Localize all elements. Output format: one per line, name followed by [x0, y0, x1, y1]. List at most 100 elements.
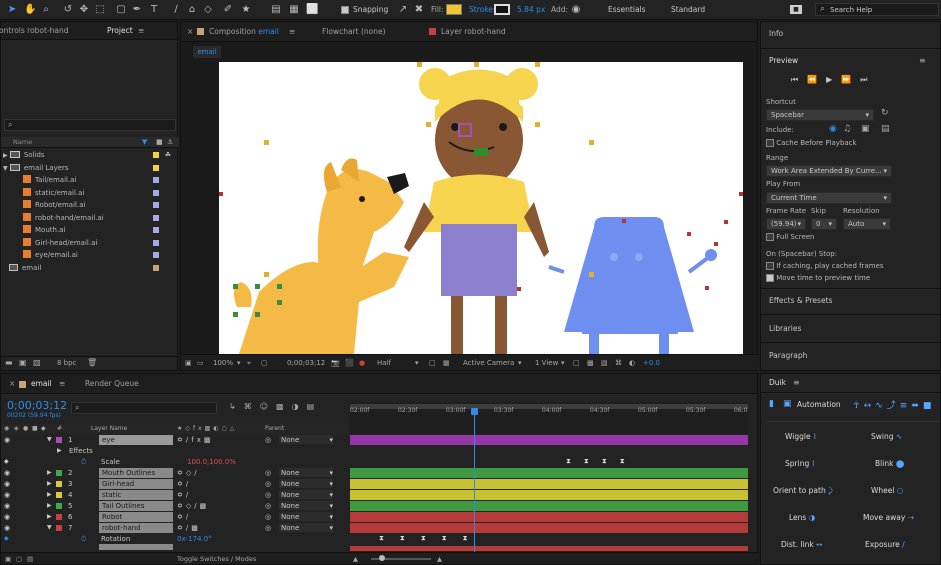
label-column-icon[interactable]: ■ — [156, 138, 163, 146]
previous-frame-icon[interactable]: ⏪ — [807, 75, 826, 84]
col-name[interactable]: Name — [13, 138, 32, 146]
label-swatch[interactable] — [153, 177, 159, 183]
panel-menu-icon[interactable]: ≡ — [59, 374, 65, 394]
full-screen-option[interactable]: Full Screen — [766, 233, 815, 241]
visibility-icon[interactable]: ◉ — [4, 512, 10, 522]
add-dropdown-icon[interactable]: ◉ — [570, 3, 582, 16]
pan-behind-tool-icon[interactable]: ⬚ — [94, 3, 106, 16]
swing-button[interactable]: Swing ∿ — [871, 432, 902, 441]
keyframe-nav-icon[interactable]: ◆ — [4, 457, 9, 467]
parent-pickwhip-icon[interactable]: ◎ — [265, 512, 271, 522]
tab-project[interactable]: Project — [107, 22, 133, 40]
table-row[interactable]: ◉ ▼ 1 eye ✡∕fx▩ ◎ None ▾ — [1, 435, 349, 445]
rotation-property-value[interactable]: 0x-174.0° — [177, 534, 212, 544]
resolution-dropdown[interactable]: Auto ▾ — [843, 218, 891, 230]
shortcut-dropdown[interactable]: Spacebar ▾ — [766, 109, 874, 121]
stopwatch-icon[interactable]: ⏱ — [81, 457, 86, 467]
list-item[interactable]: eye/email.ai — [23, 249, 177, 261]
zoom-tool-icon[interactable]: ⌕ — [40, 3, 52, 16]
visibility-icon[interactable]: ◉ — [4, 501, 10, 511]
label-swatch[interactable] — [153, 152, 159, 158]
camera-tool-icon[interactable]: ✥ — [78, 3, 90, 16]
reset-icon[interactable]: ↻ — [881, 108, 889, 118]
expand-modes-icon[interactable]: ▢ — [16, 553, 22, 565]
exposure-icon[interactable]: ◐ — [629, 355, 635, 371]
sort-arrow-icon[interactable]: ▼ — [142, 138, 147, 146]
table-row[interactable]: ◉ ▶ 4 static ✡∕ ◎ None ▾ — [1, 490, 349, 500]
include-audio-icon[interactable]: ♫ — [843, 124, 851, 134]
eraser-tool-icon[interactable]: ◇ — [202, 3, 214, 16]
fill-swatch[interactable] — [446, 4, 462, 15]
label-swatch[interactable] — [153, 215, 159, 221]
layer-label-swatch[interactable] — [56, 470, 62, 476]
rotation-keyframes[interactable]: ⧗⧗⧗⧗⧗ — [379, 534, 484, 543]
comp-viewer-canvas[interactable] — [219, 62, 743, 354]
wheel-button[interactable]: Wheel ○ — [871, 486, 903, 495]
layer-name[interactable]: Tail Outlines — [99, 501, 173, 511]
view-layout-dropdown[interactable]: 1 View — [535, 355, 558, 371]
list-item[interactable]: Mouth.ai — [23, 224, 177, 236]
parent-pickwhip-icon[interactable]: ◎ — [265, 501, 271, 511]
list-item[interactable]: Girl-head/email.ai — [23, 237, 177, 249]
chevron-down-icon[interactable]: ▾ — [518, 355, 522, 371]
rectangle-tool-icon[interactable]: ▢ — [115, 3, 127, 16]
shy-icon[interactable]: ☺ — [260, 402, 276, 411]
skip-dropdown[interactable]: 0 ▾ — [811, 218, 837, 230]
table-row[interactable]: ◉ ▶ 6 Robot ✡∕ ◎ None ▾ — [1, 512, 349, 522]
play-icon[interactable]: ▶ — [826, 75, 841, 84]
roto-brush-tool-icon[interactable]: ✐ — [222, 3, 234, 16]
fast-preview-icon[interactable]: ▩ — [587, 355, 594, 371]
layer-label-swatch[interactable] — [56, 437, 62, 443]
label-swatch[interactable] — [153, 202, 159, 208]
camera-dropdown[interactable]: Active Camera — [463, 355, 514, 371]
stopwatch-icon[interactable]: ⏱ — [81, 534, 86, 544]
panel-menu-icon[interactable]: ≡ — [793, 378, 800, 387]
visibility-icon[interactable]: ◉ — [4, 523, 10, 533]
layer-name[interactable]: eye — [99, 435, 173, 445]
new-folder-icon[interactable]: ▣ — [19, 358, 27, 367]
exposure-button[interactable]: Exposure ∕ — [865, 540, 905, 549]
zoom-dropdown[interactable]: 100% — [213, 355, 233, 371]
layer-bar-mouth[interactable] — [350, 468, 748, 478]
viewer-timecode[interactable]: 0;00;03;12 — [287, 355, 325, 371]
rotate-tool-icon[interactable]: ↺ — [62, 3, 74, 16]
include-overlays-icon[interactable]: ▣ — [861, 124, 870, 134]
layer-bar-robot-hand[interactable] — [350, 523, 748, 533]
layer-label-swatch[interactable] — [56, 492, 62, 498]
last-frame-icon[interactable]: ⏭ — [860, 75, 876, 84]
next-frame-icon[interactable]: ⏩ — [841, 75, 860, 84]
effects-presets-header[interactable]: Effects & Presets — [769, 296, 832, 305]
expand-arrow-icon[interactable]: ▶ — [3, 152, 8, 159]
safe-margins-icon[interactable]: ⌖ — [247, 355, 251, 371]
duik-title[interactable]: Duik — [769, 378, 786, 387]
parent-dropdown[interactable]: None ▾ — [279, 479, 333, 488]
label-swatch[interactable] — [153, 165, 159, 171]
layer-switches[interactable]: ✡∕▩ — [177, 523, 201, 533]
sync-icon[interactable]: ■ — [790, 5, 802, 14]
orient-to-path-button[interactable]: Orient to path ⤸ — [773, 486, 833, 496]
project-search[interactable]: ⌕ — [4, 119, 176, 131]
expand-arrow-icon[interactable]: ▶ — [47, 490, 52, 500]
selection-tool-icon[interactable]: ➤ — [6, 3, 18, 16]
show-snapshot-icon[interactable]: ⬛ — [345, 355, 354, 371]
interpret-footage-icon[interactable]: ▬ — [5, 358, 13, 367]
parent-pickwhip-icon[interactable]: ◎ — [265, 435, 271, 445]
align-icon[interactable]: ▤ — [270, 3, 282, 16]
monitor-icon[interactable]: ▭ — [197, 355, 204, 371]
comp-breadcrumb[interactable]: email — [193, 46, 221, 58]
parent-dropdown[interactable]: None ▾ — [279, 512, 333, 521]
table-row[interactable]: ◉ ▶ 5 Tail Outlines ✡◇∕▩ ◎ None ▾ — [1, 501, 349, 511]
draft-3d-icon[interactable]: ⌘ — [244, 402, 260, 411]
tab-effect-controls[interactable]: ontrols robot-hand — [0, 22, 69, 40]
list-item[interactable]: static/email.ai — [23, 187, 177, 199]
first-frame-icon[interactable]: ⏮ — [791, 75, 807, 84]
table-row[interactable]: ◉ ▶ 3 Girl-head ✡∕ ◎ None ▾ — [1, 479, 349, 489]
parent-dropdown[interactable]: None ▾ — [279, 501, 333, 510]
duik-file-icon[interactable]: ▮ — [769, 399, 774, 409]
frame-blend-icon[interactable]: ▩ — [276, 402, 292, 411]
motion-blur-icon[interactable]: ◑ — [292, 402, 307, 411]
toggle-pixel-aspect-icon[interactable]: □ — [573, 355, 580, 371]
current-time-indicator[interactable] — [474, 410, 475, 552]
layer-name[interactable]: Mouth Outlines — [99, 468, 173, 478]
info-panel-header[interactable]: Info — [769, 29, 783, 38]
